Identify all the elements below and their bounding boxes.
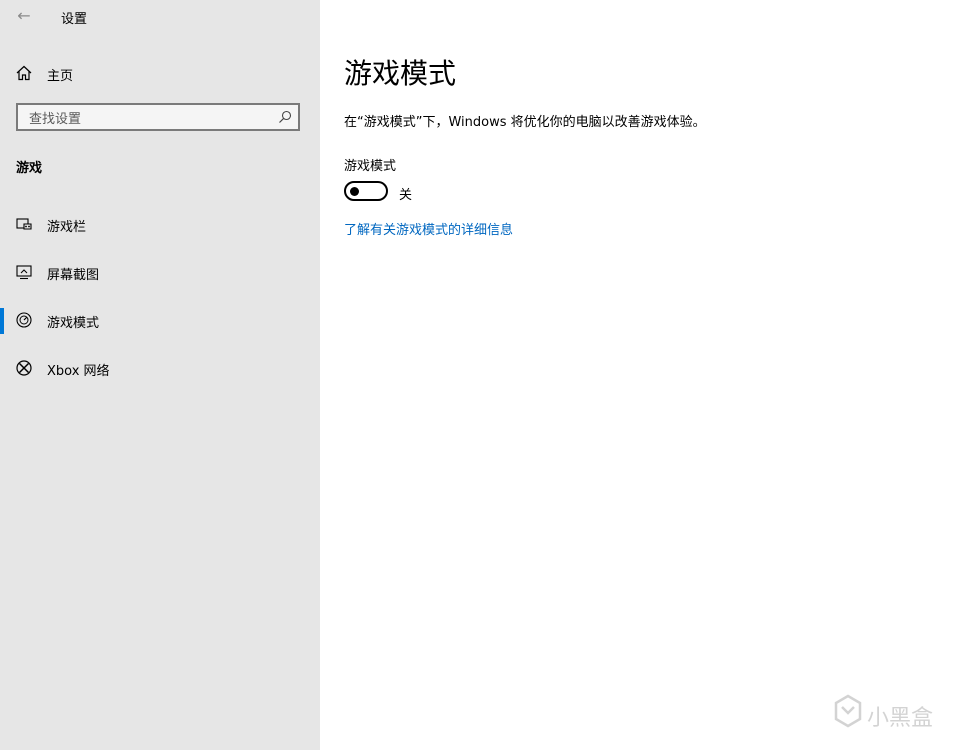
sidebar-item-screenshot[interactable]: 屏幕截图 <box>0 257 320 289</box>
back-button[interactable]: ← <box>12 6 36 26</box>
game-mode-toggle[interactable] <box>344 181 388 201</box>
watermark-text: 小黑盒 <box>867 706 934 731</box>
learn-more-link[interactable]: 了解有关游戏模式的详细信息 <box>344 219 513 238</box>
page-description: 在“游戏模式”下，Windows 将优化你的电脑以改善游戏体验。 <box>344 115 706 130</box>
xbox-icon <box>16 360 32 376</box>
sidebar-item-label: Xbox 网络 <box>47 364 110 379</box>
sidebar: ← 设置 主页 游戏 游戏栏 屏幕截图 <box>0 0 320 750</box>
sidebar-item-label: 游戏模式 <box>47 316 100 331</box>
game-mode-setting-label: 游戏模式 <box>344 159 397 174</box>
sidebar-item-label: 游戏栏 <box>47 220 87 235</box>
nav-home[interactable]: 主页 <box>0 58 320 88</box>
screenshot-icon <box>16 265 32 280</box>
game-mode-icon <box>16 312 32 328</box>
section-heading: 游戏 <box>16 161 43 176</box>
sidebar-item-game-bar[interactable]: 游戏栏 <box>0 209 320 241</box>
toggle-knob <box>350 187 359 196</box>
home-label: 主页 <box>47 69 74 84</box>
sidebar-item-game-mode[interactable]: 游戏模式 <box>0 305 320 337</box>
toggle-state-label: 关 <box>399 188 413 203</box>
back-arrow-icon: ← <box>17 6 31 25</box>
search-icon[interactable] <box>278 110 292 124</box>
active-indicator <box>0 308 4 334</box>
home-icon <box>16 65 32 81</box>
app-title: 设置 <box>61 12 88 27</box>
page-title: 游戏模式 <box>344 57 457 90</box>
game-bar-icon <box>16 218 32 230</box>
sidebar-item-xbox[interactable]: Xbox 网络 <box>0 353 320 385</box>
search-box[interactable] <box>16 103 300 131</box>
search-input[interactable] <box>27 109 271 129</box>
watermark-logo-icon <box>834 694 862 728</box>
watermark: 小黑盒 <box>833 694 951 731</box>
sidebar-item-label: 屏幕截图 <box>47 268 100 283</box>
